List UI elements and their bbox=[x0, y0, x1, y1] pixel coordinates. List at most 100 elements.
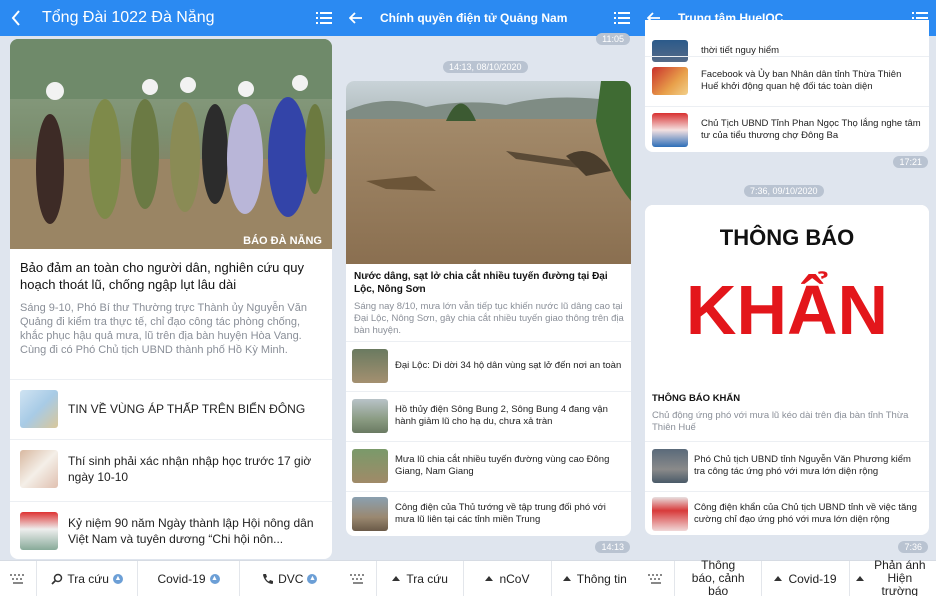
list-item[interactable]: Chủ Tịch UBND Tỉnh Phan Ngọc Thọ lắng ng… bbox=[645, 106, 929, 152]
photo-watermark: BÁO ĐÀ NẴNG bbox=[243, 235, 322, 247]
item-thumbnail bbox=[652, 66, 688, 95]
list-item[interactable]: TIN VỀ VÙNG ÁP THẤP TRÊN BIỂN ĐÔNG bbox=[10, 379, 332, 437]
chat-header: Tổng Đài 1022 Đà Nẵng bbox=[0, 0, 340, 36]
featured-summary: Sáng 9-10, Phó Bí thư Thường trực Thành … bbox=[20, 302, 307, 356]
news-card[interactable]: Nước dâng, sạt lở chia cắt nhiều tuyến đ… bbox=[346, 81, 631, 536]
search-icon bbox=[51, 573, 63, 585]
date-separator: 14:13, 08/10/2020 bbox=[443, 61, 528, 73]
menu-button-label: Covid-19 bbox=[157, 571, 206, 586]
hamburger-menu-icon bbox=[614, 12, 630, 24]
list-item[interactable]: Facebook và Ủy ban Nhân dân tỉnh Thừa Th… bbox=[645, 56, 929, 104]
header-title: Chính quyền điện tử Quảng Nam bbox=[380, 11, 568, 25]
screen-hueioc: Trung tâm HueIOC thời tiết nguy hiểm Fac… bbox=[638, 0, 936, 596]
message-time: 14:13 bbox=[595, 541, 630, 553]
item-thumbnail bbox=[20, 511, 58, 550]
caret-up-icon bbox=[774, 576, 783, 581]
message-time: 17:21 bbox=[893, 156, 928, 168]
list-item[interactable]: Đại Lộc: Di dời 34 hộ dân vùng sạt lở đế… bbox=[346, 341, 631, 389]
message-time: 7:36 bbox=[898, 541, 928, 553]
featured-title[interactable]: THÔNG BÁO KHẨN bbox=[652, 393, 922, 405]
caret-up-icon bbox=[392, 576, 401, 581]
item-thumbnail bbox=[352, 497, 388, 531]
news-card[interactable]: THÔNG BÁO KHẨN THÔNG BÁO KHẨN Chủ động ứ… bbox=[645, 205, 929, 535]
screen-danang-1022: Tổng Đài 1022 Đà Nẵng BÁO ĐÀ NẴNG Bảo đả… bbox=[0, 0, 340, 596]
menu-button-tra-cuu[interactable]: Tra cứu ▲ bbox=[36, 560, 137, 596]
menu-button-label: Phản ánh Hiện trường bbox=[874, 558, 926, 596]
hamburger-menu-icon bbox=[316, 12, 332, 24]
featured-photo[interactable] bbox=[346, 81, 631, 264]
menu-button-covid[interactable]: Covid-19 ▲ bbox=[137, 560, 238, 596]
menu-button-covid[interactable]: Covid-19 bbox=[761, 560, 848, 596]
menu-button[interactable] bbox=[308, 0, 340, 36]
bottom-menu: Tra cứu ▲ Covid-19 ▲ DVC ▲ bbox=[0, 560, 340, 596]
list-item[interactable]: Thí sinh phải xác nhận nhập học trước 17… bbox=[10, 439, 332, 497]
item-thumbnail bbox=[352, 398, 388, 433]
bottom-menu: Tra cứu nCoV Thông tin bbox=[340, 560, 638, 596]
keyboard-icon bbox=[648, 573, 662, 584]
item-title: TIN VỀ VÙNG ÁP THẤP TRÊN BIỂN ĐÔNG bbox=[68, 401, 306, 416]
list-item[interactable]: Hồ thủy điện Sông Bung 2, Sông Bung 4 đa… bbox=[346, 391, 631, 439]
caret-up-icon: ▲ bbox=[112, 573, 123, 584]
item-title: Đại Lộc: Di dời 34 hộ dân vùng sạt lở đế… bbox=[395, 359, 622, 371]
featured-summary: Chủ động ứng phó với mưa lũ kéo dài trên… bbox=[652, 410, 909, 433]
notice-line1: THÔNG BÁO bbox=[719, 225, 855, 250]
chat-header: Chính quyền điện tử Quảng Nam bbox=[340, 0, 638, 36]
menu-button-label: Thông tin bbox=[576, 571, 627, 586]
three-phone-screens: Tổng Đài 1022 Đà Nẵng BÁO ĐÀ NẴNG Bảo đả… bbox=[0, 0, 936, 596]
keyboard-button[interactable] bbox=[0, 561, 36, 596]
item-thumbnail bbox=[20, 389, 58, 428]
caret-up-icon bbox=[562, 576, 571, 581]
screen-quang-nam: Chính quyền điện tử Quảng Nam 11:05 14:1… bbox=[340, 0, 638, 596]
featured-title[interactable]: Bảo đảm an toàn cho người dân, nghiên cứ… bbox=[20, 259, 322, 293]
item-title: Phó Chủ tịch UBND tỉnh Nguyễn Văn Phương… bbox=[694, 453, 911, 477]
phone-icon bbox=[263, 573, 274, 584]
date-separator: 7:36, 09/10/2020 bbox=[744, 185, 824, 197]
item-thumbnail bbox=[352, 348, 388, 383]
menu-button[interactable] bbox=[606, 0, 638, 36]
featured-photo[interactable]: THÔNG BÁO KHẨN bbox=[645, 205, 929, 385]
back-button[interactable] bbox=[340, 0, 372, 36]
back-arrow-icon bbox=[11, 10, 20, 26]
menu-button-phan-anh[interactable]: Phản ánh Hiện trường bbox=[848, 558, 936, 596]
item-thumbnail bbox=[652, 448, 688, 483]
menu-button-ncov[interactable]: nCoV bbox=[463, 560, 550, 596]
list-item[interactable]: Mưa lũ chia cắt nhiều tuyến đường vùng c… bbox=[346, 441, 631, 489]
caret-up-icon: ▲ bbox=[307, 573, 318, 584]
list-item[interactable]: Công điện khẩn của Chủ tịch UBND tỉnh về… bbox=[645, 491, 929, 535]
menu-button-label: Tra cứu bbox=[406, 571, 448, 586]
item-title: Chủ Tịch UBND Tỉnh Phan Ngọc Thọ lắng ng… bbox=[701, 117, 921, 141]
menu-button-thong-tin[interactable]: Thông tin bbox=[550, 560, 638, 596]
item-title: Công điện khẩn của Chủ tịch UBND tỉnh về… bbox=[694, 501, 917, 525]
caret-up-icon: ▲ bbox=[209, 573, 220, 584]
featured-title[interactable]: Nước dâng, sạt lở chia cắt nhiều tuyến đ… bbox=[354, 270, 624, 296]
item-title: Facebook và Ủy ban Nhân dân tỉnh Thừa Th… bbox=[701, 68, 902, 92]
notice-line2: KHẨN bbox=[685, 271, 889, 349]
menu-button-dvc[interactable]: DVC ▲ bbox=[238, 560, 340, 596]
menu-button-label: Tra cứu bbox=[67, 571, 109, 586]
item-title: Hồ thủy điện Sông Bung 2, Sông Bung 4 đa… bbox=[395, 403, 608, 427]
menu-button-tra-cuu[interactable]: Tra cứu bbox=[376, 560, 463, 596]
list-item[interactable]: Công điện của Thủ tướng về tập trung đối… bbox=[346, 491, 631, 536]
item-thumbnail bbox=[352, 448, 388, 483]
featured-photo[interactable]: BÁO ĐÀ NẴNG bbox=[10, 39, 332, 249]
message-time: 11:05 bbox=[596, 33, 630, 45]
menu-button-label: DVC bbox=[278, 571, 304, 586]
header-title: Tổng Đài 1022 Đà Nẵng bbox=[42, 9, 215, 26]
keyboard-button[interactable] bbox=[638, 561, 674, 596]
item-thumbnail bbox=[652, 112, 688, 147]
menu-button-label: Thông báo, cảnh báo bbox=[691, 558, 745, 596]
item-title: Công điện của Thủ tướng về tập trung đối… bbox=[395, 502, 606, 525]
news-card[interactable]: BÁO ĐÀ NẴNG Bảo đảm an toàn cho người dâ… bbox=[10, 39, 332, 559]
keyboard-button[interactable] bbox=[340, 561, 376, 596]
list-item[interactable]: Kỷ niệm 90 năm Ngày thành lập Hội nông d… bbox=[10, 501, 332, 559]
menu-button-thong-bao[interactable]: Thông báo, cảnh báo bbox=[674, 558, 761, 596]
previous-news-card[interactable]: thời tiết nguy hiểm Facebook và Ủy ban N… bbox=[645, 20, 929, 152]
menu-button-label: Covid-19 bbox=[788, 571, 837, 586]
back-arrow-icon bbox=[349, 12, 362, 24]
list-item[interactable]: Phó Chủ tịch UBND tỉnh Nguyễn Văn Phương… bbox=[645, 441, 929, 489]
back-button[interactable] bbox=[0, 0, 32, 36]
bottom-menu: Thông báo, cảnh báo Covid-19 Phản ánh Hi… bbox=[638, 558, 936, 596]
keyboard-icon bbox=[350, 573, 364, 584]
item-thumbnail bbox=[20, 449, 58, 488]
item-title: Mưa lũ chia cắt nhiều tuyến đường vùng c… bbox=[395, 453, 610, 477]
